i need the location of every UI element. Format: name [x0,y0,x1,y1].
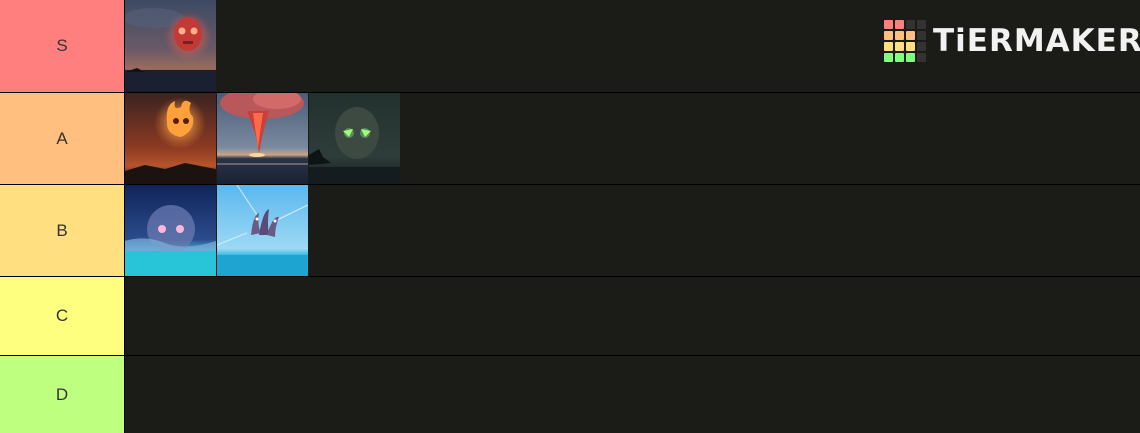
logo-grid-cell [884,31,893,40]
logo-grid-cell [884,53,893,62]
tier-label-a[interactable]: A [0,93,124,184]
tiermaker-logo: TiERMAKER [884,20,1140,62]
logo-grid-cell [906,42,915,51]
tier-item[interactable] [217,185,308,276]
tier-items-c[interactable] [125,277,1140,355]
tier-list-board: S A B C D TiERMAKER [0,0,1140,433]
logo-grid-cell [906,31,915,40]
tier-item[interactable] [125,185,216,276]
logo-grid-icon [884,20,926,62]
flame-skull-image [125,93,216,184]
logo-grid-cell [906,20,915,29]
tier-label-b[interactable]: B [0,185,124,276]
logo-grid-cell [917,42,926,51]
green-skull-image [309,93,400,184]
logo-grid-cell [917,53,926,62]
tier-label-d[interactable]: D [0,356,124,433]
tier-row-a: A [0,93,1140,184]
red-tornado-image [217,93,308,184]
tier-label-c[interactable]: C [0,277,124,355]
logo-grid-cell [895,31,904,40]
red-skull-cloud-image [125,0,216,91]
tier-label-s[interactable]: S [0,0,124,92]
logo-grid-cell [895,53,904,62]
tier-items-b[interactable] [125,185,1140,276]
logo-grid-cell [917,20,926,29]
tier-items-a[interactable] [125,93,1140,184]
logo-grid-cell [906,53,915,62]
logo-text: TiERMAKER [933,22,1140,59]
kraken-tentacles-image [217,185,308,276]
logo-grid-cell [884,42,893,51]
logo-grid-cell [895,20,904,29]
tier-row-b: B [0,185,1140,276]
tier-item[interactable] [217,93,308,184]
blue-skull-storm-image [125,185,216,276]
logo-grid-cell [884,20,893,29]
tier-row-d: D [0,356,1140,433]
tier-item[interactable] [125,93,216,184]
logo-grid-cell [895,42,904,51]
tier-row-c: C [0,277,1140,355]
tier-item[interactable] [125,0,216,91]
tier-item[interactable] [309,93,400,184]
logo-grid-cell [917,31,926,40]
tier-items-d[interactable] [125,356,1140,433]
